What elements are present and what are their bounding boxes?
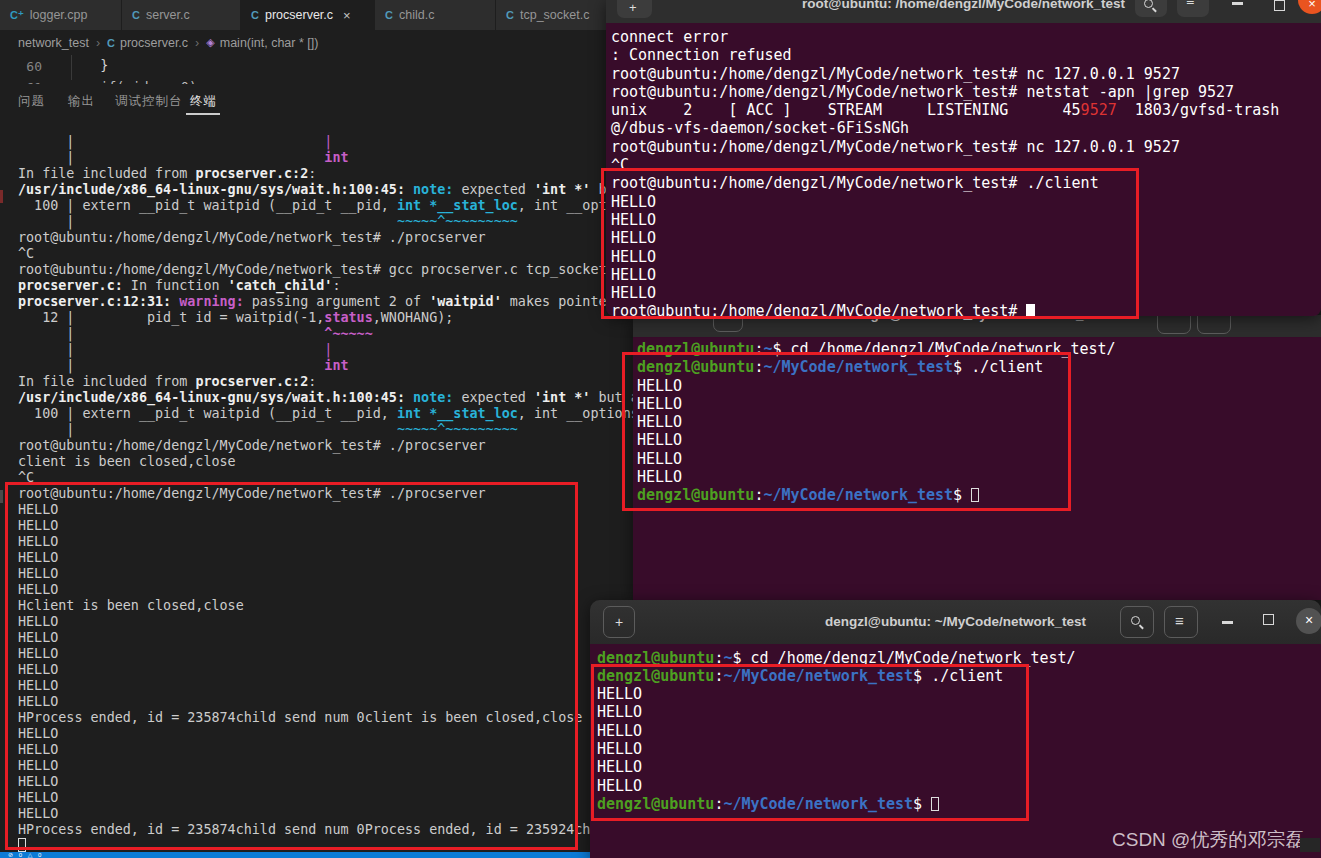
menu-icon[interactable]: ≡ [1164, 606, 1198, 638]
breadcrumb-item[interactable]: main(int, char * []) [220, 36, 319, 50]
terminal-line: root@ubuntu:/home/dengzl/MyCode/network_… [611, 138, 1279, 156]
symbol-method-icon: ◈ [206, 36, 214, 49]
annotation-box-bottom-right [591, 664, 1029, 821]
file-icon: C⁺ [10, 9, 24, 22]
search-icon[interactable] [1120, 606, 1154, 638]
editor-tab-bar: C⁺logger.cppCserver.cCprocserver.c×Cchil… [0, 0, 660, 30]
window-title: dengzl@ubuntu: ~/MyCode/network_test [590, 614, 1321, 629]
tab-label: logger.cpp [30, 8, 88, 22]
line-number: 60 [24, 59, 42, 74]
panel-tab-[interactable]: 调试控制台 [115, 93, 183, 110]
tab-label: tcp_socket.c [520, 8, 589, 22]
file-icon: C [385, 9, 393, 21]
maximize-icon[interactable] [1263, 614, 1274, 625]
terminal-line: : Connection refused [611, 46, 1279, 64]
close-icon[interactable]: × [1298, 0, 1321, 14]
annotation-box-middle-right [622, 352, 1071, 511]
minimize-icon[interactable] [1232, 2, 1243, 5]
annotation-box-top-right [601, 168, 1139, 319]
active-tab-underline [186, 113, 220, 115]
file-icon: C [132, 9, 140, 21]
window-title-bar[interactable]: + root@ubuntu: /home/dengzl/MyCode/netwo… [606, 0, 1321, 23]
panel-tab-active[interactable]: 终端 [190, 93, 217, 110]
tab-label: procserver.c [265, 8, 333, 22]
terminal-line: @/dbus-vfs-daemon/socket-6FiSsNGh [611, 119, 1279, 137]
terminal-decoration-error [0, 190, 3, 203]
menu-icon[interactable]: ≡ [1177, 0, 1209, 17]
editor-tab-tcp_socket.c[interactable]: Ctcp_socket.c [496, 0, 620, 30]
close-icon[interactable]: × [1296, 608, 1321, 634]
corner-notch [1300, 838, 1320, 852]
file-icon: C [506, 9, 514, 21]
file-icon: C [107, 37, 115, 49]
screen: C⁺logger.cppCserver.cCprocserver.c×Cchil… [0, 0, 1321, 858]
breadcrumb[interactable]: network_test › Cprocserver.c › ◈ main(int, ch… [0, 30, 660, 55]
panel-tab-[interactable]: 问题 [18, 93, 45, 110]
terminal-line: unix 2 [ ACC ] STREAM LISTENING 459527 1… [611, 101, 1279, 119]
breadcrumb-item[interactable]: procserver.c [120, 36, 188, 50]
terminal-line: root@ubuntu:/home/dengzl/MyCode/network_… [611, 65, 1279, 83]
terminal-decoration [0, 490, 3, 503]
file-icon: C [251, 9, 259, 21]
breadcrumb-separator: › [96, 36, 100, 50]
minimize-icon[interactable] [1222, 621, 1233, 624]
terminal-line: root@ubuntu:/home/dengzl/MyCode/network_… [611, 83, 1279, 101]
terminal-line: connect error [611, 28, 1279, 46]
editor-tab-procserver.c[interactable]: Cprocserver.c × [241, 0, 375, 30]
tab-label: child.c [399, 8, 434, 22]
status-bar[interactable]: ⊘ 0 △ 0 [0, 852, 640, 858]
close-icon[interactable]: × [343, 8, 351, 23]
watermark: CSDN @优秀的邓宗磊 [1112, 827, 1304, 853]
window-title: root@ubuntu: /home/dengzl/MyCode/network… [606, 0, 1321, 11]
search-icon[interactable] [1135, 0, 1167, 17]
editor-tab-server.c[interactable]: Cserver.c [122, 0, 241, 30]
editor-area[interactable]: 60 } [0, 55, 660, 82]
editor-tab-child.c[interactable]: Cchild.c [375, 0, 496, 30]
status-bar-text: ⊘ 0 △ 0 [8, 852, 43, 858]
editor-tab-logger.cpp[interactable]: C⁺ logger.cpp [0, 0, 122, 30]
tab-label: server.c [146, 8, 190, 22]
annotation-box-left [5, 482, 578, 850]
breadcrumb-item[interactable]: network_test [18, 36, 89, 50]
panel-tab-bar: 问题 输出 调试控制台终端 [0, 84, 600, 118]
window-title-bar[interactable]: + dengzl@ubuntu: ~/MyCode/network_test ≡… [590, 600, 1321, 644]
code-line: } [68, 58, 108, 73]
maximize-icon[interactable] [1274, 0, 1285, 11]
breadcrumb-separator: › [195, 36, 199, 50]
panel-tab-[interactable]: 输出 [68, 93, 95, 110]
